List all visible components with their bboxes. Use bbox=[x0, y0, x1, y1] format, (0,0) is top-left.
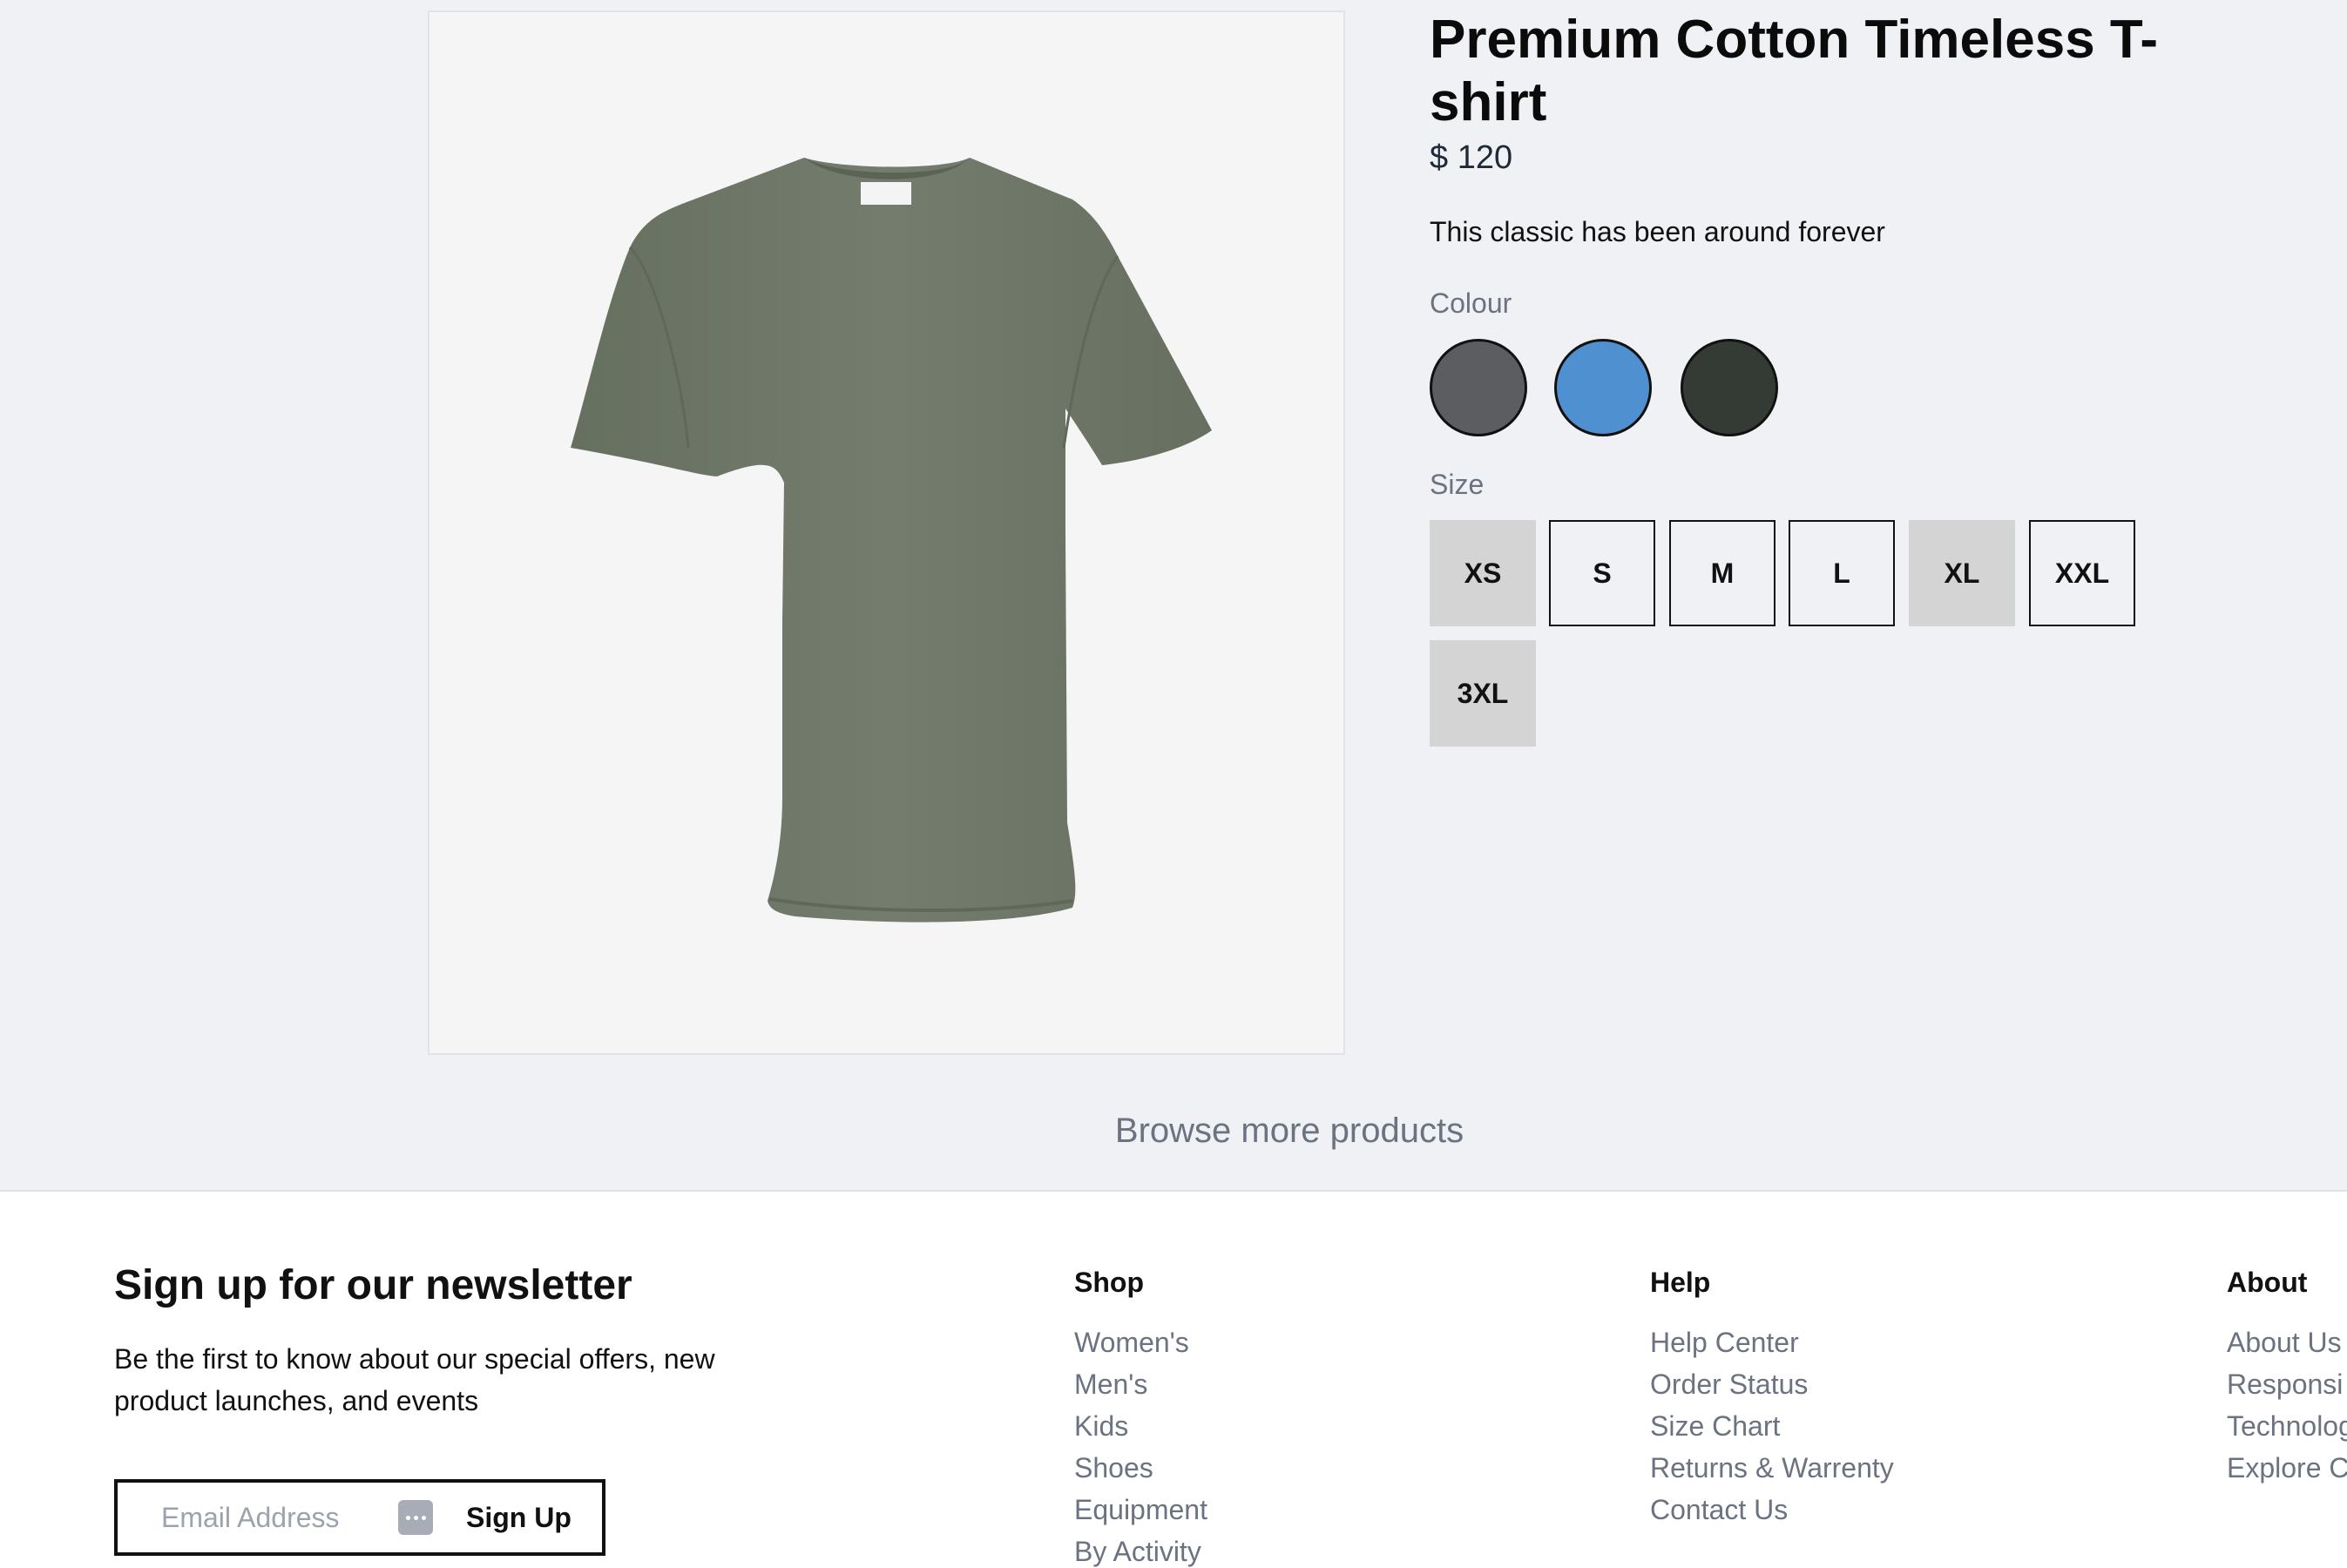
product-section: Premium Cotton Timeless T-shirt $ 120 Th… bbox=[0, 0, 2347, 1190]
colour-swatch-blue[interactable] bbox=[1554, 339, 1652, 436]
footer-link-size-chart[interactable]: Size Chart bbox=[1650, 1405, 1894, 1447]
footer-column-title: Help bbox=[1650, 1267, 1711, 1298]
product-image bbox=[428, 10, 1345, 1055]
size-option-s[interactable]: S bbox=[1549, 520, 1655, 626]
footer-link-returns[interactable]: Returns & Warrenty bbox=[1650, 1447, 1894, 1489]
newsletter-signup-form: Sign Up bbox=[114, 1479, 605, 1556]
size-option-l[interactable]: L bbox=[1789, 520, 1895, 626]
footer-link-order-status[interactable]: Order Status bbox=[1650, 1363, 1894, 1405]
colour-swatch-dark-green[interactable] bbox=[1681, 339, 1778, 436]
sign-up-button[interactable]: Sign Up bbox=[466, 1495, 572, 1540]
olive-tshirt-image bbox=[571, 158, 1212, 923]
footer-column-help: Help Help Center Order Status Size Chart… bbox=[1650, 1267, 1894, 1531]
password-manager-key-icon[interactable] bbox=[398, 1500, 433, 1535]
footer-link-help-center[interactable]: Help Center bbox=[1650, 1321, 1894, 1363]
newsletter-title: Sign up for our newsletter bbox=[114, 1262, 632, 1308]
footer-link-mens[interactable]: Men's bbox=[1074, 1363, 1207, 1405]
site-footer: Sign up for our newsletter Be the first … bbox=[0, 1190, 2347, 1568]
footer-column-about: About About Us Responsi Technolog Explor… bbox=[2227, 1267, 2347, 1489]
newsletter-description: Be the first to know about our special o… bbox=[114, 1343, 715, 1416]
size-option-m[interactable]: M bbox=[1669, 520, 1775, 626]
footer-link-equipment[interactable]: Equipment bbox=[1074, 1489, 1207, 1531]
product-description: This classic has been around forever bbox=[1430, 216, 1885, 247]
colour-label: Colour bbox=[1430, 287, 1512, 319]
footer-link-by-activity[interactable]: By Activity bbox=[1074, 1531, 1207, 1568]
footer-link-technology[interactable]: Technolog bbox=[2227, 1405, 2347, 1447]
product-title: Premium Cotton Timeless T-shirt bbox=[1430, 10, 2159, 132]
colour-swatch-grey[interactable] bbox=[1430, 339, 1527, 436]
footer-column-title: About bbox=[2227, 1267, 2308, 1298]
footer-link-womens[interactable]: Women's bbox=[1074, 1321, 1207, 1363]
footer-link-about-us[interactable]: About Us bbox=[2227, 1321, 2347, 1363]
footer-link-contact-us[interactable]: Contact Us bbox=[1650, 1489, 1894, 1531]
size-option-xl[interactable]: XL bbox=[1909, 520, 2015, 626]
footer-column-title: Shop bbox=[1074, 1267, 1144, 1298]
email-input[interactable] bbox=[161, 1498, 362, 1537]
size-option-xs[interactable]: XS bbox=[1430, 520, 1536, 626]
footer-link-shoes[interactable]: Shoes bbox=[1074, 1447, 1207, 1489]
size-option-3xl[interactable]: 3XL bbox=[1430, 640, 1536, 747]
browse-more-products-link[interactable]: Browse more products bbox=[0, 1112, 2347, 1151]
product-price: $ 120 bbox=[1430, 139, 1513, 176]
footer-link-kids[interactable]: Kids bbox=[1074, 1405, 1207, 1447]
footer-link-explore[interactable]: Explore C bbox=[2227, 1447, 2347, 1489]
footer-column-shop: Shop Women's Men's Kids Shoes Equipment … bbox=[1074, 1267, 1207, 1568]
size-label: Size bbox=[1430, 469, 1485, 500]
size-option-xxl[interactable]: XXL bbox=[2029, 520, 2135, 626]
footer-link-responsibility[interactable]: Responsi bbox=[2227, 1363, 2347, 1405]
